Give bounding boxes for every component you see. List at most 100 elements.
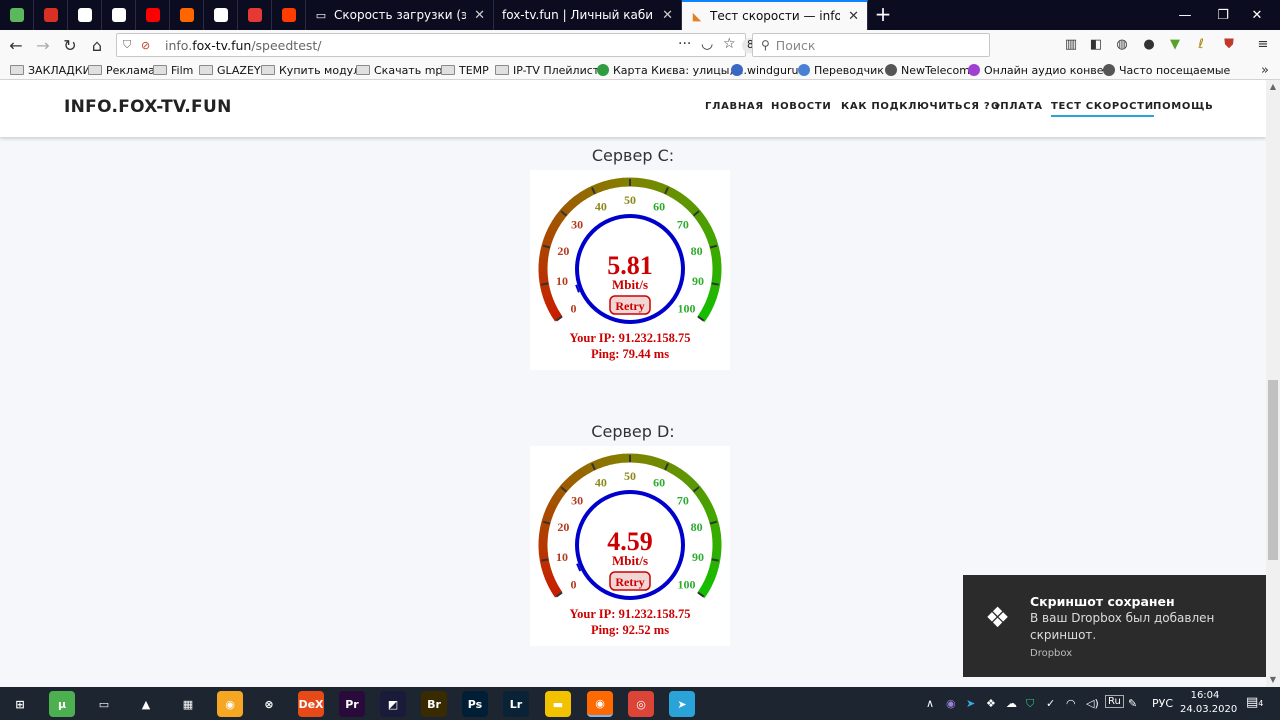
samsung-dex-icon[interactable]: DeX [298, 691, 324, 717]
viber-icon[interactable]: ◉ [946, 697, 956, 710]
bookmark-item[interactable]: GLAZEY [199, 62, 261, 78]
gauge-arc-segment [616, 177, 625, 188]
tab-speed-experiment[interactable]: ▭ Скорость загрузки (эксперим ✕ [306, 0, 494, 30]
nav-speed-test[interactable]: ТЕСТ СКОРОСТИ [1051, 101, 1154, 117]
page-actions-icon[interactable]: ··· [678, 36, 691, 52]
explorer-laptop-icon[interactable]: ▭ [91, 691, 117, 717]
tab-speedtest[interactable]: ◣ Тест скорости — info.fox-tv.fun ✕ [682, 0, 868, 30]
scroll-down-icon[interactable]: ▼ [1266, 673, 1280, 687]
bookmark-item[interactable]: Скачать mp3 [356, 62, 449, 78]
pinned-tab[interactable] [102, 0, 136, 30]
back-icon[interactable]: ← [4, 34, 28, 56]
pinned-tab[interactable] [238, 0, 272, 30]
firefox-icon[interactable]: ◉ [587, 691, 613, 717]
premiere-icon[interactable]: Pr [339, 691, 365, 717]
check-icon[interactable]: ✓ [1046, 697, 1055, 710]
pinned-tab[interactable] [34, 0, 68, 30]
chrome-icon[interactable]: ◎ [628, 691, 654, 717]
bookmark-item[interactable]: Часто посещаемые [1103, 62, 1230, 78]
sidebar-icon[interactable]: ◧ [1087, 34, 1105, 54]
pinned-tab[interactable] [272, 0, 306, 30]
retry-label: Retry [615, 575, 644, 589]
chrome-canary-icon[interactable]: ◉ [217, 691, 243, 717]
nav-home[interactable]: ГЛАВНАЯ [705, 101, 764, 112]
pinned-tab[interactable] [136, 0, 170, 30]
tray-expand-icon[interactable]: ∧ [926, 697, 934, 710]
new-tab-button[interactable]: + [872, 4, 894, 26]
nav-news[interactable]: НОВОСТИ [771, 101, 831, 112]
pinned-tab[interactable] [170, 0, 204, 30]
globe-icon[interactable]: ◍ [1113, 34, 1131, 54]
telegram-icon[interactable]: ➤ [669, 691, 695, 717]
bookmark-item[interactable]: Купить модули [261, 62, 367, 78]
audition-icon[interactable]: ◩ [380, 691, 406, 717]
windows-start-icon[interactable]: ⊞ [7, 691, 33, 717]
tab-fox-cabinet[interactable]: fox-tv.fun | Личный кабинет ✕ [494, 0, 682, 30]
cloud-icon[interactable]: ☁ [1006, 697, 1017, 710]
bookmark-item[interactable]: Карта Києва: улицы, ... [597, 62, 747, 78]
bookmark-item[interactable]: NewTelecom [885, 62, 970, 78]
pinned-tab[interactable] [68, 0, 102, 30]
reload-icon[interactable]: ↻ [58, 34, 82, 56]
url-text[interactable]: info.fox-tv.fun/speedtest/ [165, 38, 322, 53]
close-icon[interactable]: ✕ [474, 8, 485, 23]
bookmark-star-icon[interactable]: ☆ [723, 36, 736, 52]
pocket-icon[interactable]: ◡ [701, 36, 713, 52]
clapper-icon[interactable]: ▦ [175, 691, 201, 717]
dropbox-notification[interactable]: ❖ Скриншот сохранен В ваш Dropbox был до… [963, 575, 1266, 677]
action-center-icon[interactable]: ▤4 [1246, 695, 1263, 710]
download-helper-icon[interactable]: ▼ [1166, 34, 1184, 54]
nav-how-to-connect[interactable]: КАК ПОДКЛЮЧИТЬСЯ ? ▼ [841, 101, 1001, 112]
close-icon[interactable]: ✕ [662, 8, 673, 23]
bookmark-label: Купить модули [279, 63, 368, 77]
adblock-icon[interactable]: ⛊ [1220, 34, 1238, 54]
nav-payment[interactable]: ОПЛАТА [991, 101, 1043, 112]
photoshop-icon[interactable]: Ps [462, 691, 488, 717]
close-window-button[interactable]: ✕ [1234, 0, 1280, 30]
pinned-tab[interactable] [0, 0, 34, 30]
home-icon[interactable]: ⌂ [85, 34, 109, 56]
bookmark-item[interactable]: Реклама [88, 62, 155, 78]
wifi-icon[interactable]: ◠ [1066, 697, 1076, 710]
bridge-icon[interactable]: Br [421, 691, 447, 717]
vlc-icon[interactable]: ▲ [133, 691, 159, 717]
volume-icon[interactable]: ◁) [1086, 697, 1099, 710]
bookmark-item[interactable]: Онлайн аудио конве... [968, 62, 1114, 78]
bookmark-item[interactable]: ЗАКЛАДКИ [10, 62, 91, 78]
bookmark-item[interactable]: Переводчик [798, 62, 884, 78]
scroll-thumb[interactable] [1268, 380, 1278, 560]
library-icon[interactable]: ▥ [1062, 34, 1080, 54]
clock[interactable]: 16:04 24.03.2020 [1180, 689, 1237, 717]
forward-icon[interactable]: → [31, 34, 55, 56]
page-scrollbar[interactable]: ▲ ▼ [1266, 80, 1280, 687]
gauge-arc-segment [675, 192, 687, 205]
close-icon[interactable]: ✕ [848, 9, 859, 24]
site-brand[interactable]: INFO.FOX-TV.FUN [64, 97, 232, 117]
menu-icon[interactable]: ≡ [1254, 34, 1272, 54]
nav-help[interactable]: ПОМОЩЬ [1153, 101, 1213, 112]
search-input[interactable]: ⚲ Поиск [752, 33, 990, 57]
scroll-up-icon[interactable]: ▲ [1266, 80, 1280, 94]
bookmark-item[interactable]: windguru [731, 62, 798, 78]
bookmark-item[interactable]: TEMP [441, 62, 489, 78]
account-icon[interactable]: ● [1140, 34, 1158, 54]
shield-icon[interactable]: ⛉ [123, 38, 137, 52]
security-icon[interactable]: ⛉ [1026, 697, 1034, 711]
bookmark-item[interactable]: IP-TV Плейлисты [495, 62, 608, 78]
pinned-tab[interactable] [204, 0, 238, 30]
insecure-lock-icon[interactable]: ⊘ [141, 39, 155, 52]
pen-icon[interactable]: ✎ [1128, 697, 1137, 710]
telegram-tray-icon[interactable]: ➤ [966, 697, 975, 710]
lightroom-icon[interactable]: Lr [503, 691, 529, 717]
ime-indicator[interactable]: Ru [1105, 695, 1124, 708]
language-indicator[interactable]: РУС [1152, 697, 1173, 710]
extension-icon[interactable]: ℓ [1192, 34, 1210, 54]
dropbox-tray-icon[interactable]: ❖ [986, 697, 996, 710]
bookmarks-overflow-icon[interactable]: » [1256, 61, 1274, 79]
xbox-icon[interactable]: ⊗ [256, 691, 282, 717]
utorrent-icon[interactable]: µ [49, 691, 75, 717]
url-bar[interactable]: ⛉ ⊘ info.fox-tv.fun/speedtest/ 80% ··· ◡… [116, 33, 776, 57]
file-explorer-icon[interactable]: ▬ [545, 691, 571, 717]
gauge-arc-segment [610, 454, 619, 465]
bookmark-item[interactable]: Film [153, 62, 193, 78]
